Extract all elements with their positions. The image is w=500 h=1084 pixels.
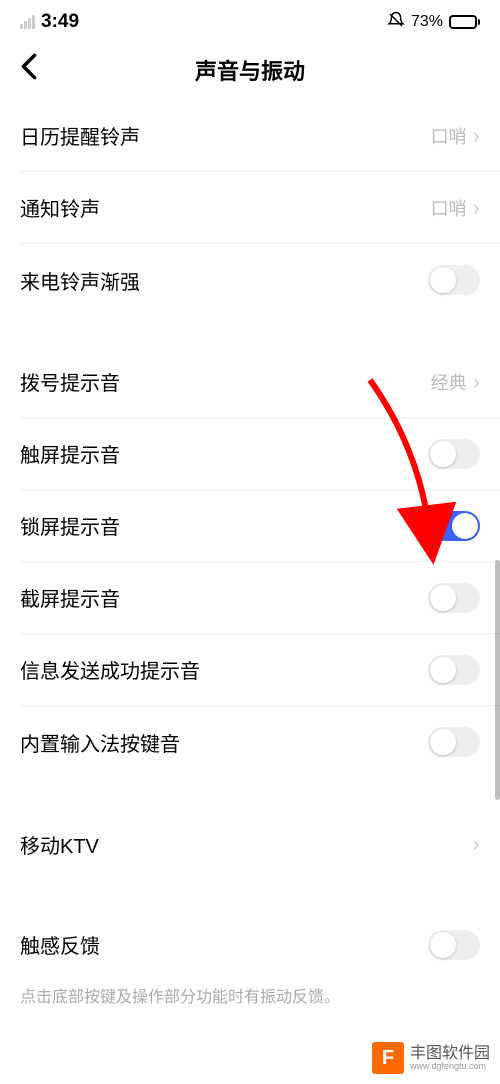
- watermark-site: www.dgfengtu.com: [410, 1062, 490, 1071]
- signal-icon: [20, 15, 35, 29]
- watermark: F 丰图软件园 www.dgfengtu.com: [372, 1042, 490, 1074]
- status-time: 3:49: [41, 11, 79, 33]
- row-sms-sent-sound: 信息发送成功提示音: [20, 634, 500, 706]
- battery-percentage: 73%: [411, 13, 443, 31]
- row-label: 日历提醒铃声: [20, 121, 140, 150]
- toggle-ime-key-sound[interactable]: [428, 727, 480, 757]
- row-label: 移动KTV: [20, 830, 99, 859]
- row-calendar-ringtone[interactable]: 日历提醒铃声 口哨 ›: [20, 100, 500, 172]
- chevron-right-icon: ›: [473, 123, 480, 149]
- toggle-sms-sent-sound[interactable]: [428, 655, 480, 685]
- toggle-touch-sound[interactable]: [428, 439, 480, 469]
- toggle-haptic-feedback[interactable]: [428, 930, 480, 960]
- scroll-indicator: [495, 560, 500, 800]
- row-label: 触感反馈: [20, 930, 428, 959]
- row-haptic-feedback: 触感反馈: [20, 910, 500, 982]
- toggle-lock-sound[interactable]: [428, 511, 480, 541]
- row-label: 来电铃声渐强: [20, 266, 140, 295]
- battery-icon: [449, 15, 480, 29]
- row-label: 截屏提示音: [20, 583, 120, 612]
- row-touch-sound: 触屏提示音: [20, 418, 500, 490]
- haptic-subtext: 点击底部按键及操作部分功能时有振动反馈。: [20, 982, 500, 1022]
- toggle-incoming-crescendo[interactable]: [428, 265, 480, 295]
- toggle-screenshot-sound[interactable]: [428, 583, 480, 613]
- row-label: 通知铃声: [20, 193, 100, 222]
- row-incoming-crescendo: 来电铃声渐强: [20, 244, 500, 316]
- row-value: 口哨: [431, 195, 467, 221]
- header: 声音与振动: [0, 40, 500, 100]
- row-label: 信息发送成功提示音: [20, 655, 200, 684]
- row-screenshot-sound: 截屏提示音: [20, 562, 500, 634]
- row-value: 经典: [431, 369, 467, 395]
- page-title: 声音与振动: [195, 54, 305, 86]
- row-value: 口哨: [431, 123, 467, 149]
- mute-icon: [387, 11, 405, 34]
- back-button[interactable]: [20, 53, 38, 88]
- row-label: 内置输入法按键音: [20, 728, 180, 757]
- row-ime-key-sound: 内置输入法按键音: [20, 706, 500, 778]
- chevron-right-icon: ›: [473, 831, 480, 857]
- row-mobile-ktv[interactable]: 移动KTV ›: [20, 808, 500, 880]
- row-notification-ringtone[interactable]: 通知铃声 口哨 ›: [20, 172, 500, 244]
- chevron-right-icon: ›: [473, 195, 480, 221]
- row-label: 触屏提示音: [20, 439, 120, 468]
- row-label: 拨号提示音: [20, 367, 120, 396]
- row-label: 锁屏提示音: [20, 511, 120, 540]
- row-lock-sound: 锁屏提示音: [20, 490, 500, 562]
- chevron-right-icon: ›: [473, 369, 480, 395]
- status-bar: 3:49 73%: [0, 0, 500, 40]
- row-dial-tone[interactable]: 拨号提示音 经典 ›: [20, 346, 500, 418]
- watermark-logo: F: [372, 1042, 404, 1074]
- watermark-name: 丰图软件园: [410, 1046, 490, 1062]
